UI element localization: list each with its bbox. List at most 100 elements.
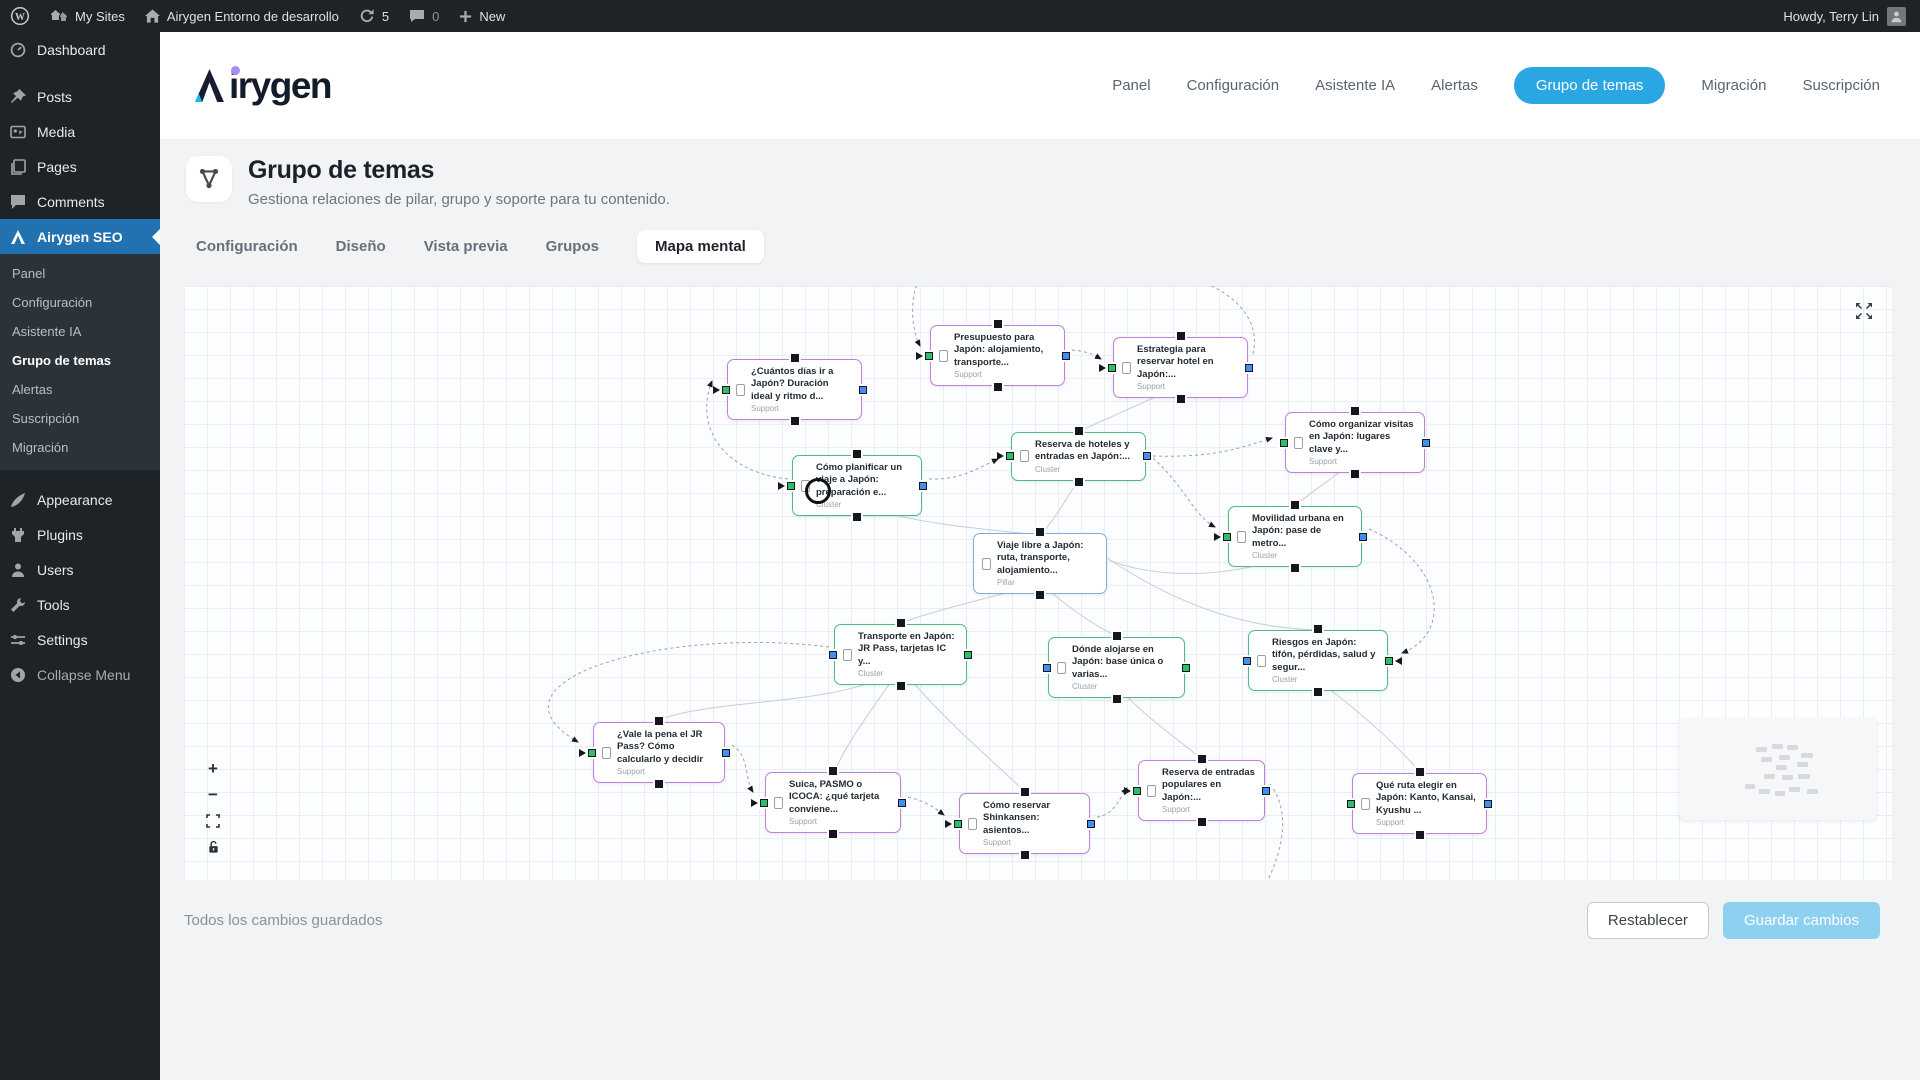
mindmap-node-transporte[interactable]: Transporte en Japón: JR Pass, tarjetas I… — [829, 619, 972, 691]
right-handle[interactable] — [919, 481, 927, 490]
left-handle[interactable] — [1133, 786, 1141, 795]
mindmap-node-presupuesto[interactable]: Presupuesto para Japón: alojamiento, tra… — [916, 320, 1070, 392]
mindmap-node-que-ruta[interactable]: Qué ruta elegir en Japón: Kanto, Kansai,… — [1347, 768, 1492, 840]
right-handle[interactable] — [1182, 663, 1190, 672]
right-handle[interactable] — [1062, 351, 1070, 360]
lock-icon[interactable] — [202, 836, 224, 858]
right-handle[interactable] — [1385, 656, 1393, 665]
mindmap-node-donde-alojarse[interactable]: Dónde alojarse en Japón: base única o va… — [1043, 632, 1190, 704]
right-handle[interactable] — [722, 748, 730, 757]
bottom-handle[interactable] — [853, 513, 861, 522]
bottom-handle[interactable] — [1415, 831, 1424, 840]
submenu-item-grupo-de-temas[interactable]: Grupo de temas — [0, 346, 160, 375]
sidebar-item-posts[interactable]: Posts — [0, 79, 160, 114]
top-handle[interactable] — [1314, 625, 1322, 633]
submenu-item-suscripci-n[interactable]: Suscripción — [0, 404, 160, 433]
nav-item-migraci-n[interactable]: Migración — [1701, 77, 1766, 94]
left-handle[interactable] — [1243, 656, 1251, 665]
bottom-handle[interactable] — [1036, 591, 1044, 600]
reset-button[interactable]: Restablecer — [1586, 902, 1709, 939]
zoom-out-icon[interactable]: − — [202, 784, 224, 806]
submenu-item-alertas[interactable]: Alertas — [0, 375, 160, 404]
admin-bar-item-airygen-entorno-de-desarrollo[interactable]: Airygen Entorno de desarrollo — [144, 9, 339, 24]
sidebar-item-collapse-menu[interactable]: Collapse Menu — [0, 657, 160, 692]
avatar[interactable] — [1887, 6, 1906, 26]
top-handle[interactable] — [1074, 427, 1083, 435]
admin-bar-item-0[interactable]: 0 — [409, 9, 439, 24]
sidebar-item-tools[interactable]: Tools — [0, 587, 160, 622]
sidebar-item-pages[interactable]: Pages — [0, 149, 160, 184]
mindmap-node-viaje-libre[interactable]: Viaje libre a Japón: ruta, transporte, a… — [973, 528, 1107, 600]
submenu-item-configuraci-n[interactable]: Configuración — [0, 288, 160, 317]
right-handle[interactable] — [1245, 363, 1253, 372]
top-handle[interactable] — [1291, 501, 1299, 509]
sidebar-item-settings[interactable]: Settings — [0, 622, 160, 657]
submenu-item-panel[interactable]: Panel — [0, 259, 160, 288]
left-handle[interactable] — [588, 748, 596, 757]
top-handle[interactable] — [896, 619, 905, 627]
left-handle[interactable] — [1108, 363, 1116, 372]
nav-item-grupo-de-temas[interactable]: Grupo de temas — [1513, 67, 1666, 104]
mindmap-node-estrategia[interactable]: Estrategia para reservar hotel en Japón:… — [1099, 332, 1253, 404]
tab-mapa-mental[interactable]: Mapa mental — [636, 229, 764, 263]
bottom-handle[interactable] — [1351, 470, 1359, 479]
admin-bar-item-new[interactable]: New — [459, 9, 505, 24]
top-handle[interactable] — [1112, 632, 1121, 640]
right-handle[interactable] — [964, 650, 972, 659]
bottom-handle[interactable] — [993, 383, 1002, 392]
right-handle[interactable] — [898, 798, 906, 807]
top-handle[interactable] — [1197, 755, 1206, 763]
left-handle[interactable] — [760, 798, 768, 807]
tab-dise-o[interactable]: Diseño — [336, 238, 386, 255]
top-handle[interactable] — [829, 767, 837, 775]
right-handle[interactable] — [1262, 786, 1270, 795]
tab-grupos[interactable]: Grupos — [546, 238, 599, 255]
left-handle[interactable] — [829, 650, 837, 659]
right-handle[interactable] — [1359, 532, 1367, 541]
bottom-handle[interactable] — [1314, 688, 1322, 697]
top-handle[interactable] — [853, 450, 861, 458]
mindmap-node-como-organizar[interactable]: Cómo organizar visitas en Japón: lugares… — [1280, 407, 1430, 479]
mindmap-node-reserva-hoteles[interactable]: Reserva de hoteles y entradas en Japón:.… — [997, 427, 1151, 486]
bottom-handle[interactable] — [1112, 695, 1121, 704]
right-handle[interactable] — [1422, 438, 1430, 447]
bottom-handle[interactable] — [1074, 477, 1083, 486]
sidebar-item-media[interactable]: Media — [0, 114, 160, 149]
left-handle[interactable] — [954, 819, 962, 828]
top-handle[interactable] — [655, 717, 663, 725]
sidebar-item-dashboard[interactable]: Dashboard — [0, 32, 160, 67]
left-handle[interactable] — [787, 481, 795, 490]
fullscreen-icon[interactable] — [1852, 300, 1876, 324]
left-handle[interactable] — [1280, 438, 1288, 447]
left-handle[interactable] — [1347, 799, 1355, 808]
top-handle[interactable] — [1415, 768, 1424, 776]
mindmap-node-vale-la-pena[interactable]: ¿Vale la pena el JR Pass? Cómo calcularl… — [579, 717, 730, 789]
bottom-handle[interactable] — [790, 417, 799, 426]
admin-bar-item-my-sites[interactable]: My Sites — [50, 9, 125, 24]
bottom-handle[interactable] — [829, 830, 837, 839]
left-handle[interactable] — [722, 385, 730, 394]
nav-item-suscripci-n[interactable]: Suscripción — [1802, 77, 1880, 94]
bottom-handle[interactable] — [1291, 564, 1299, 573]
left-handle[interactable] — [1006, 452, 1014, 461]
submenu-item-migraci-n[interactable]: Migración — [0, 433, 160, 462]
right-handle[interactable] — [1143, 452, 1151, 461]
sidebar-item-airygen-seo[interactable]: Airygen SEO — [0, 219, 160, 254]
fit-view-icon[interactable] — [202, 810, 224, 832]
nav-item-configuraci-n[interactable]: Configuración — [1187, 77, 1280, 94]
right-handle[interactable] — [1484, 799, 1492, 808]
mindmap-node-movilidad[interactable]: Movilidad urbana en Japón: pase de metro… — [1214, 501, 1367, 573]
nav-item-panel[interactable]: Panel — [1112, 77, 1150, 94]
admin-bar-item-5[interactable]: 5 — [359, 8, 389, 24]
mindmap-node-suica[interactable]: Suica, PASMO o ICOCA: ¿qué tarjeta convi… — [751, 767, 906, 839]
top-handle[interactable] — [1020, 788, 1029, 796]
right-handle[interactable] — [1087, 819, 1095, 828]
howdy-text[interactable]: Howdy, Terry Lin — [1783, 9, 1879, 24]
bottom-handle[interactable] — [1176, 395, 1185, 404]
left-handle[interactable] — [1223, 532, 1231, 541]
top-handle[interactable] — [993, 320, 1002, 328]
nav-item-asistente-ia[interactable]: Asistente IA — [1315, 77, 1395, 94]
bottom-handle[interactable] — [1197, 818, 1206, 827]
top-handle[interactable] — [1176, 332, 1185, 340]
top-handle[interactable] — [1351, 407, 1359, 415]
